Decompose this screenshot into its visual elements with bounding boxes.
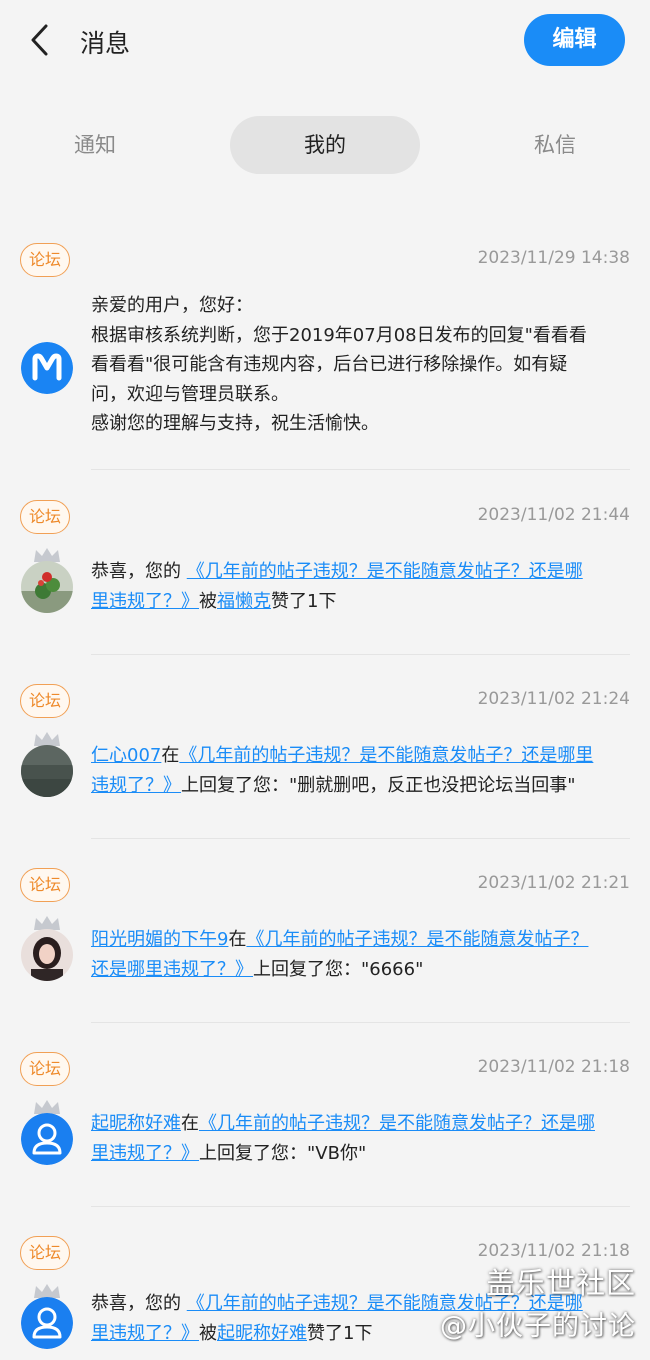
message-line: 仁心007在《几年前的帖子违规？是不能随意发帖子？还是哪里 bbox=[91, 741, 631, 771]
divider bbox=[91, 654, 630, 655]
forum-tag: 论坛 bbox=[20, 500, 70, 534]
message-time: 2023/11/02 21:18 bbox=[477, 1057, 630, 1077]
post-link[interactable]: 《几年前的帖子违规？是不能随意发帖子？ bbox=[246, 929, 588, 950]
message-item[interactable]: 论坛 2023/11/29 14:38 亲爱的用户，您好： 根据审核系统判断，您… bbox=[0, 238, 650, 470]
message-time: 2023/11/02 21:24 bbox=[477, 689, 630, 709]
message-text-part: 被 bbox=[199, 1322, 217, 1344]
user-avatar[interactable] bbox=[21, 1297, 73, 1349]
message-text-part: 在 bbox=[181, 1113, 199, 1134]
message-item[interactable]: 论坛 2023/11/02 21:21 阳光明媚的下午9在《几年前的帖子违规？是… bbox=[0, 863, 650, 1023]
header-bar: 消息 编辑 bbox=[0, 0, 650, 84]
post-link[interactable]: 《几年前的帖子违规？是不能随意发帖子？还是哪里 bbox=[179, 745, 593, 766]
user-avatar[interactable] bbox=[21, 929, 73, 981]
tab-notifications[interactable]: 通知 bbox=[40, 116, 150, 174]
message-time: 2023/11/29 14:38 bbox=[477, 248, 630, 268]
message-line: 看看看"很可能含有违规内容，后台已进行移除操作。如有疑 bbox=[91, 354, 568, 375]
message-line: 感谢您的理解与支持，祝生活愉快。 bbox=[91, 413, 379, 434]
post-link[interactable]: 里违规了？》 bbox=[91, 1323, 199, 1344]
divider bbox=[91, 838, 630, 839]
moderator-avatar[interactable] bbox=[21, 342, 73, 394]
user-link[interactable]: 仁心007 bbox=[91, 745, 161, 766]
message-item[interactable]: 论坛 2023/11/02 21:18 起昵称好难在《几年前的帖子违规？是不能随… bbox=[0, 1047, 650, 1207]
message-text: 恭喜，您的 《几年前的帖子违规？是不能随意发帖子？还是哪 里违规了？》被福懒克赞… bbox=[91, 557, 631, 616]
user-avatar[interactable] bbox=[21, 561, 73, 613]
post-link[interactable]: 违规了？》 bbox=[91, 775, 181, 796]
forum-tag: 论坛 bbox=[20, 1052, 70, 1086]
watermark-title: 盖乐世社区 bbox=[485, 1266, 636, 1300]
post-link[interactable]: 《几年前的帖子违规？是不能随意发帖子？还是哪 bbox=[199, 1113, 595, 1134]
message-line: 问，欢迎与管理员联系。 bbox=[91, 383, 289, 405]
tab-private-messages[interactable]: 私信 bbox=[500, 116, 610, 174]
message-line: 亲爱的用户，您好： bbox=[91, 295, 253, 316]
water-photo-icon bbox=[21, 745, 73, 797]
message-text: 阳光明媚的下午9在《几年前的帖子违规？是不能随意发帖子？ 还是哪里违规了？》上回… bbox=[91, 925, 631, 984]
message-item[interactable]: 论坛 2023/11/02 21:44 恭喜，您的 《几年前的帖子违规？是不能随… bbox=[0, 495, 650, 655]
message-time: 2023/11/02 21:44 bbox=[477, 505, 630, 525]
girl-photo-icon bbox=[21, 929, 73, 981]
edit-button[interactable]: 编辑 bbox=[524, 14, 625, 66]
post-link[interactable]: 里违规了？》 bbox=[91, 591, 199, 612]
message-time: 2023/11/02 21:18 bbox=[477, 1241, 630, 1261]
message-text: 仁心007在《几年前的帖子违规？是不能随意发帖子？还是哪里 违规了？》上回复了您… bbox=[91, 741, 631, 800]
message-suffix: 上回复了您："删就删吧，反正也没把论坛当回事" bbox=[181, 774, 576, 796]
forum-tag: 论坛 bbox=[20, 1236, 70, 1270]
message-prefix: 恭喜，您的 bbox=[91, 1293, 187, 1314]
message-line: 里违规了？》上回复了您："VB你" bbox=[91, 1139, 631, 1169]
user-link[interactable]: 起昵称好难 bbox=[217, 1323, 307, 1344]
tab-mine[interactable]: 我的 bbox=[230, 116, 420, 174]
forum-tag: 论坛 bbox=[20, 868, 70, 902]
message-text-part: 在 bbox=[228, 929, 247, 950]
message-line: 恭喜，您的 《几年前的帖子违规？是不能随意发帖子？还是哪 bbox=[91, 557, 631, 587]
message-line: 起昵称好难在《几年前的帖子违规？是不能随意发帖子？还是哪 bbox=[91, 1109, 631, 1139]
user-link[interactable]: 起昵称好难 bbox=[91, 1113, 181, 1134]
page-title: 消息 bbox=[80, 29, 131, 58]
message-line: 里违规了？》被福懒克赞了1下 bbox=[91, 587, 631, 617]
message-line: 还是哪里违规了？》上回复了您："6666" bbox=[91, 955, 631, 985]
user-avatar[interactable] bbox=[21, 745, 73, 797]
message-prefix: 恭喜，您的 bbox=[91, 561, 187, 582]
divider bbox=[91, 469, 630, 470]
divider bbox=[91, 1206, 630, 1207]
message-suffix: 上回复了您："6666" bbox=[253, 958, 424, 980]
user-avatar[interactable] bbox=[21, 1113, 73, 1165]
message-text-part: 被 bbox=[199, 590, 217, 612]
message-item[interactable]: 论坛 2023/11/02 21:24 仁心007在《几年前的帖子违规？是不能随… bbox=[0, 679, 650, 839]
message-time: 2023/11/02 21:21 bbox=[477, 873, 630, 893]
post-link[interactable]: 还是哪里违规了？》 bbox=[91, 959, 253, 980]
divider bbox=[91, 1022, 630, 1023]
message-line: 阳光明媚的下午9在《几年前的帖子违规？是不能随意发帖子？ bbox=[91, 925, 631, 955]
forum-tag: 论坛 bbox=[20, 243, 70, 277]
default-user-icon bbox=[21, 1297, 73, 1349]
message-suffix: 赞了1下 bbox=[271, 590, 337, 612]
user-link[interactable]: 福懒克 bbox=[217, 591, 271, 612]
message-suffix: 赞了1下 bbox=[307, 1322, 373, 1344]
message-line: 违规了？》上回复了您："删就删吧，反正也没把论坛当回事" bbox=[91, 771, 631, 801]
m-logo-icon bbox=[21, 342, 73, 394]
forum-tag: 论坛 bbox=[20, 684, 70, 718]
post-link[interactable]: 《几年前的帖子违规？是不能随意发帖子？还是哪 bbox=[187, 561, 583, 582]
message-line: 根据审核系统判断，您于2019年07月08日发布的回复"看看看 bbox=[91, 324, 587, 346]
post-link[interactable]: 里违规了？》 bbox=[91, 1143, 199, 1164]
message-text: 起昵称好难在《几年前的帖子违规？是不能随意发帖子？还是哪 里违规了？》上回复了您… bbox=[91, 1109, 631, 1168]
message-text-part: 在 bbox=[161, 745, 180, 766]
message-suffix: 上回复了您："VB你" bbox=[199, 1142, 367, 1164]
watermark-author: @小伙子的讨论 bbox=[440, 1311, 636, 1342]
back-arrow-icon[interactable] bbox=[26, 22, 56, 58]
flower-photo-icon bbox=[21, 561, 73, 613]
default-user-icon bbox=[21, 1113, 73, 1165]
message-text: 亲爱的用户，您好： 根据审核系统判断，您于2019年07月08日发布的回复"看看… bbox=[91, 291, 631, 439]
tab-bar: 通知 我的 私信 bbox=[0, 116, 650, 174]
user-link[interactable]: 阳光明媚的下午9 bbox=[91, 929, 228, 950]
